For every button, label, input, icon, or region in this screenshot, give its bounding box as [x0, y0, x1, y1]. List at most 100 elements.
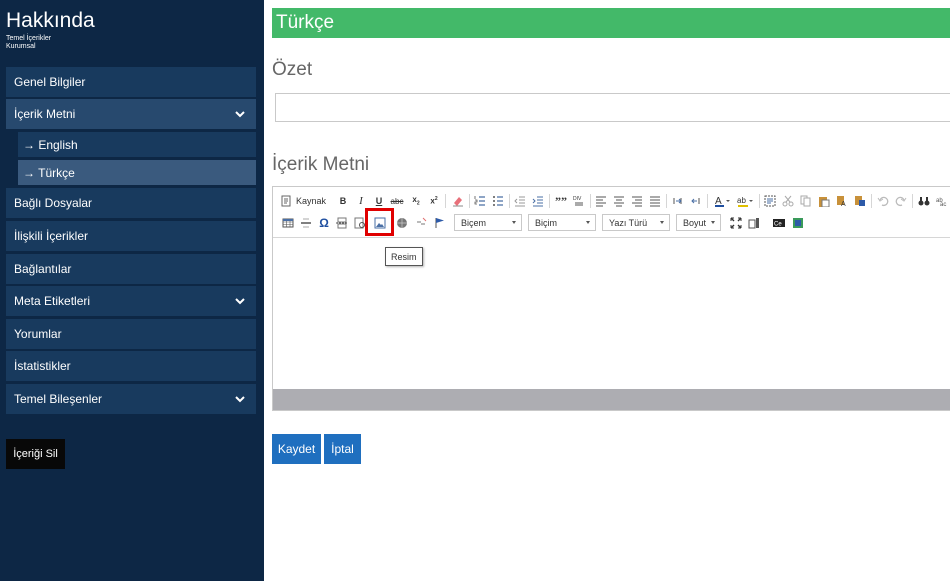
- bulleted-list-button[interactable]: [491, 193, 505, 209]
- create-div-button[interactable]: DIV: [572, 193, 586, 209]
- caret-down-icon: [711, 221, 715, 224]
- sidebar-item-yorumlar[interactable]: Yorumlar: [6, 319, 256, 349]
- align-center-button[interactable]: [612, 193, 626, 209]
- align-left-icon: [596, 196, 606, 207]
- copy-button[interactable]: [799, 193, 813, 209]
- blockquote-button[interactable]: ””: [554, 193, 568, 209]
- delete-content-button[interactable]: İçeriği Sil: [6, 439, 65, 469]
- editor-content-area[interactable]: [273, 238, 950, 389]
- rtl-icon: [691, 198, 700, 204]
- subscript-button[interactable]: x2: [410, 193, 422, 209]
- outdent-button[interactable]: [513, 193, 527, 209]
- scissors-icon: [782, 195, 794, 207]
- redo-button[interactable]: [894, 193, 908, 209]
- unlink-icon: [417, 217, 427, 225]
- page-title: Hakkında: [6, 9, 95, 32]
- superscript-icon: x2: [430, 196, 438, 206]
- remove-format-button[interactable]: [451, 193, 465, 209]
- numbered-list-button[interactable]: [473, 193, 487, 209]
- font-dropdown-value: Yazı Türü: [609, 217, 648, 228]
- breadcrumb-line-1: Temel İçerikler: [6, 35, 52, 42]
- eraser-icon: [453, 197, 463, 207]
- sidebar: Hakkında Temel İçerikler Kurumsal Genel …: [0, 0, 264, 581]
- subscript-icon: x2: [412, 195, 420, 207]
- underline-button[interactable]: U: [373, 193, 385, 209]
- indent-button[interactable]: [531, 193, 545, 209]
- svg-text:ab: ab: [737, 196, 746, 205]
- align-center-icon: [614, 196, 624, 207]
- page-break-button[interactable]: [335, 215, 349, 231]
- table-button[interactable]: [281, 215, 295, 231]
- toolbar-separator: [871, 194, 872, 208]
- caret-down-icon: [586, 221, 590, 224]
- quote-icon: ””: [555, 193, 567, 208]
- editor-status-bar: [273, 389, 950, 410]
- undo-button[interactable]: [876, 193, 890, 209]
- paste-text-button[interactable]: A: [835, 193, 849, 209]
- italic-button[interactable]: I: [355, 193, 367, 209]
- bold-icon: B: [339, 196, 347, 206]
- toolbar-separator: [509, 194, 510, 208]
- page-break-icon: [336, 217, 348, 229]
- sidebar-item-meta-etiketleri[interactable]: Meta Etiketleri: [6, 286, 256, 316]
- find-button[interactable]: [917, 193, 931, 209]
- sidebar-item-baglantilar[interactable]: Bağlantılar: [6, 254, 256, 284]
- toolbar-separator: [469, 194, 470, 208]
- background-color-button[interactable]: ab: [736, 193, 756, 209]
- strikethrough-button[interactable]: abc: [390, 193, 404, 209]
- globe-icon: [397, 218, 407, 228]
- toolbar-separator: [445, 194, 446, 208]
- sidebar-subitem-english[interactable]: → English: [18, 132, 256, 157]
- bold-button[interactable]: B: [337, 193, 349, 209]
- align-left-button[interactable]: [594, 193, 608, 209]
- format-dropdown[interactable]: Biçim: [528, 214, 596, 231]
- tooltip: Resim: [385, 247, 423, 266]
- text-color-button[interactable]: A: [713, 193, 733, 209]
- code-snippet-button[interactable]: Ce: [771, 215, 787, 231]
- div-container-icon: DIV: [573, 196, 583, 206]
- media-button[interactable]: [791, 215, 805, 231]
- replace-button[interactable]: ab ac: [935, 193, 949, 209]
- style-dropdown-value: Biçem: [461, 217, 487, 228]
- source-button[interactable]: Kaynak: [281, 193, 329, 209]
- svg-text:Ce: Ce: [774, 222, 782, 228]
- sidebar-item-istatistikler[interactable]: İstatistikler: [6, 351, 256, 381]
- paste-button[interactable]: [817, 193, 831, 209]
- redo-icon: [895, 196, 907, 207]
- size-dropdown[interactable]: Boyut: [676, 214, 721, 231]
- clipboard-icon: [819, 197, 830, 207]
- select-all-icon: [764, 195, 776, 207]
- sidebar-item-label: Temel Bileşenler: [14, 392, 103, 406]
- font-dropdown[interactable]: Yazı Türü: [602, 214, 670, 231]
- superscript-button[interactable]: x2: [428, 193, 440, 209]
- unlink-button[interactable]: [414, 215, 428, 231]
- justify-button[interactable]: [648, 193, 662, 209]
- sidebar-item-iliskili-icerikler[interactable]: İlişkili İçerikler: [6, 221, 256, 251]
- sidebar-item-bagli-dosyalar[interactable]: Bağlı Dosyalar: [6, 188, 256, 218]
- cut-button[interactable]: [781, 193, 795, 209]
- text-direction-rtl-button[interactable]: [689, 193, 703, 209]
- sidebar-item-temel-bilesenler[interactable]: Temel Bileşenler: [6, 384, 256, 414]
- show-blocks-button[interactable]: [747, 215, 761, 231]
- horizontal-line-button[interactable]: [299, 215, 313, 231]
- paste-word-icon: [855, 196, 865, 206]
- sidebar-item-genel-bilgiler[interactable]: Genel Bilgiler: [6, 67, 256, 97]
- anchor-button[interactable]: [433, 215, 447, 231]
- iframe-button[interactable]: [395, 215, 409, 231]
- sidebar-item-icerik-metni[interactable]: İçerik Metni: [6, 99, 256, 129]
- replace-icon: abac: [936, 198, 946, 207]
- paste-from-word-button[interactable]: [853, 193, 867, 209]
- align-right-button[interactable]: [630, 193, 644, 209]
- summary-input[interactable]: [275, 93, 950, 122]
- cancel-button[interactable]: İptal: [324, 434, 361, 464]
- save-button[interactable]: Kaydet: [272, 434, 321, 464]
- italic-icon: I: [359, 195, 363, 207]
- style-dropdown[interactable]: Biçem: [454, 214, 522, 231]
- maximize-button[interactable]: [729, 215, 743, 231]
- special-char-button[interactable]: Ω: [317, 215, 331, 231]
- text-direction-ltr-button[interactable]: [671, 193, 685, 209]
- select-all-button[interactable]: [763, 193, 777, 209]
- indent-icon: [532, 196, 543, 207]
- sidebar-subitem-turkce[interactable]: → Türkçe: [18, 160, 256, 185]
- language-header: Türkçe: [272, 8, 950, 38]
